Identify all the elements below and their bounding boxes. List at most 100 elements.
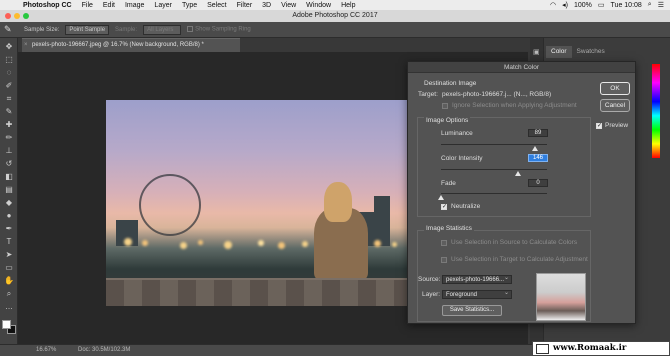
menu-image[interactable]: Image — [120, 2, 149, 9]
sample-label: Sample: — [115, 26, 138, 33]
neutralize-label: Neutralize — [451, 203, 481, 210]
more-tools-icon[interactable]: … — [3, 302, 15, 312]
menu-file[interactable]: File — [77, 2, 98, 9]
minimize-window-button[interactable] — [14, 13, 20, 19]
menu-edit[interactable]: Edit — [98, 2, 120, 9]
clone-stamp-tool-icon[interactable]: ⊥ — [3, 146, 15, 156]
wifi-icon[interactable]: ◠ — [550, 1, 556, 9]
options-bar: ✎ Sample Size: Point Sample Sample: All … — [0, 22, 670, 38]
preview-checkbox[interactable] — [596, 122, 602, 129]
close-window-button[interactable] — [5, 13, 11, 19]
search-icon[interactable]: ⌕ — [648, 1, 652, 9]
save-statistics-button[interactable]: Save Statistics... — [442, 305, 502, 316]
hand-tool-icon[interactable]: ✋ — [3, 276, 15, 286]
layer-select[interactable]: Foreground — [442, 290, 512, 299]
status-menu: ◠ ◂) 100% ▭ Tue 10:08 ⌕ ☰ — [550, 0, 664, 10]
ok-button[interactable]: OK — [600, 82, 630, 95]
show-sampling-ring-checkbox[interactable]: Show Sampling Ring — [187, 26, 251, 33]
fade-slider-thumb[interactable] — [438, 195, 444, 200]
menu-app[interactable]: Photoshop CC — [18, 2, 77, 9]
battery-label[interactable]: 100% — [574, 2, 592, 9]
zoom-level[interactable]: 16.67% — [36, 345, 56, 356]
dodge-tool-icon[interactable]: ● — [3, 211, 15, 221]
sample-size-select[interactable]: Point Sample — [65, 24, 110, 35]
image-statistics-heading: Image Statistics — [424, 225, 474, 232]
menu-view[interactable]: View — [276, 2, 301, 9]
marquee-tool-icon[interactable]: ⬚ — [3, 55, 15, 65]
history-brush-tool-icon[interactable]: ↺ — [3, 159, 15, 169]
menu-3d[interactable]: 3D — [257, 2, 276, 9]
color-intensity-slider[interactable] — [441, 169, 547, 170]
eyedropper-tool-icon[interactable]: ✎ — [4, 24, 18, 35]
menu-layer[interactable]: Layer — [149, 2, 177, 9]
healing-brush-tool-icon[interactable]: ✚ — [3, 120, 15, 130]
sample-size-label: Sample Size: — [24, 26, 60, 33]
source-select[interactable]: pexels-photo-19666... — [442, 275, 512, 284]
battery-icon[interactable]: ▭ — [598, 1, 605, 9]
fade-slider[interactable] — [441, 193, 547, 194]
close-tab-icon[interactable]: × — [24, 39, 28, 52]
color-intensity-input[interactable]: 146 — [528, 154, 548, 162]
gradient-tool-icon[interactable]: ▤ — [3, 185, 15, 195]
ignore-selection-checkbox[interactable] — [442, 103, 448, 109]
panel-tabs: Color Swatches — [546, 46, 610, 58]
window-titlebar: Adobe Photoshop CC 2017 — [0, 10, 670, 22]
dialog-title[interactable]: Match Color — [408, 62, 635, 73]
brush-tool-icon[interactable]: ✏ — [3, 133, 15, 143]
foreground-color-swatch[interactable] — [2, 320, 11, 329]
use-source-selection-label: Use Selection in Source to Calculate Col… — [451, 239, 578, 246]
stone-wall — [106, 278, 408, 306]
eraser-tool-icon[interactable]: ◧ — [3, 172, 15, 182]
cancel-button[interactable]: Cancel — [600, 99, 630, 112]
color-spectrum-bar[interactable] — [652, 64, 660, 158]
tab-swatches[interactable]: Swatches — [572, 46, 610, 58]
path-selection-tool-icon[interactable]: ➤ — [3, 250, 15, 260]
menu-filter[interactable]: Filter — [232, 2, 258, 9]
crop-tool-icon[interactable]: ⌗ — [3, 94, 15, 104]
quick-selection-tool-icon[interactable]: ✐ — [3, 81, 15, 91]
preview-label: Preview — [605, 122, 629, 129]
menu-help[interactable]: Help — [336, 2, 360, 9]
clock[interactable]: Tue 10:08 — [611, 2, 642, 9]
sample-select[interactable]: All Layers — [143, 24, 182, 35]
luminance-slider[interactable] — [441, 144, 547, 145]
notification-icon[interactable]: ☰ — [658, 1, 664, 9]
luminance-label: Luminance — [441, 130, 473, 137]
zoom-window-button[interactable] — [23, 13, 29, 19]
menu-window[interactable]: Window — [301, 2, 336, 9]
move-tool-icon[interactable]: ✥ — [3, 42, 15, 52]
watermark-text: www.Romaak.ir — [553, 343, 627, 353]
use-target-selection-checkbox[interactable] — [441, 257, 447, 263]
menu-type[interactable]: Type — [177, 2, 202, 9]
history-panel-icon[interactable]: ▣ — [533, 48, 540, 56]
luminance-slider-thumb[interactable] — [532, 146, 539, 151]
pen-tool-icon[interactable]: ✒ — [3, 224, 15, 234]
color-intensity-slider-thumb[interactable] — [515, 171, 522, 176]
shape-tool-icon[interactable]: ▭ — [3, 263, 15, 273]
window-title: Adobe Photoshop CC 2017 — [292, 12, 378, 19]
volume-icon[interactable]: ◂) — [562, 1, 568, 9]
eyedropper-tool-icon[interactable]: ✎ — [3, 107, 15, 117]
zoom-tool-icon[interactable]: ⌕ — [3, 289, 15, 299]
blur-tool-icon[interactable]: ◆ — [3, 198, 15, 208]
source-thumbnail — [536, 273, 586, 321]
ignore-selection-label: Ignore Selection when Applying Adjustmen… — [452, 102, 577, 109]
menu-bar: Photoshop CC File Edit Image Layer Type … — [0, 0, 670, 10]
watermark: www.Romaak.ir — [532, 341, 670, 356]
lasso-tool-icon[interactable]: ◌ — [3, 68, 15, 78]
fade-input[interactable]: 0 — [528, 179, 548, 187]
layer-label: Layer: — [422, 291, 441, 298]
document-tab[interactable]: × pexels-photo-196667.jpeg @ 16.7% (New … — [22, 38, 240, 52]
menu-select[interactable]: Select — [202, 2, 231, 9]
type-tool-icon[interactable]: T — [3, 237, 15, 247]
neutralize-checkbox[interactable] — [441, 203, 447, 210]
use-source-selection-checkbox[interactable] — [441, 240, 447, 246]
tab-color[interactable]: Color — [546, 46, 572, 58]
tools-panel: ✥ ⬚ ◌ ✐ ⌗ ✎ ✚ ✏ ⊥ ↺ ◧ ▤ ◆ ● ✒ T ➤ ▭ ✋ ⌕ … — [0, 38, 18, 344]
window-controls — [5, 13, 29, 19]
document-size[interactable]: Doc: 30.5M/102.3M — [78, 345, 130, 356]
luminance-input[interactable]: 89 — [528, 129, 548, 137]
color-intensity-label: Color Intensity — [441, 155, 483, 162]
document-image — [106, 100, 408, 306]
match-color-dialog: Match Color Destination Image Target: pe… — [407, 61, 636, 324]
